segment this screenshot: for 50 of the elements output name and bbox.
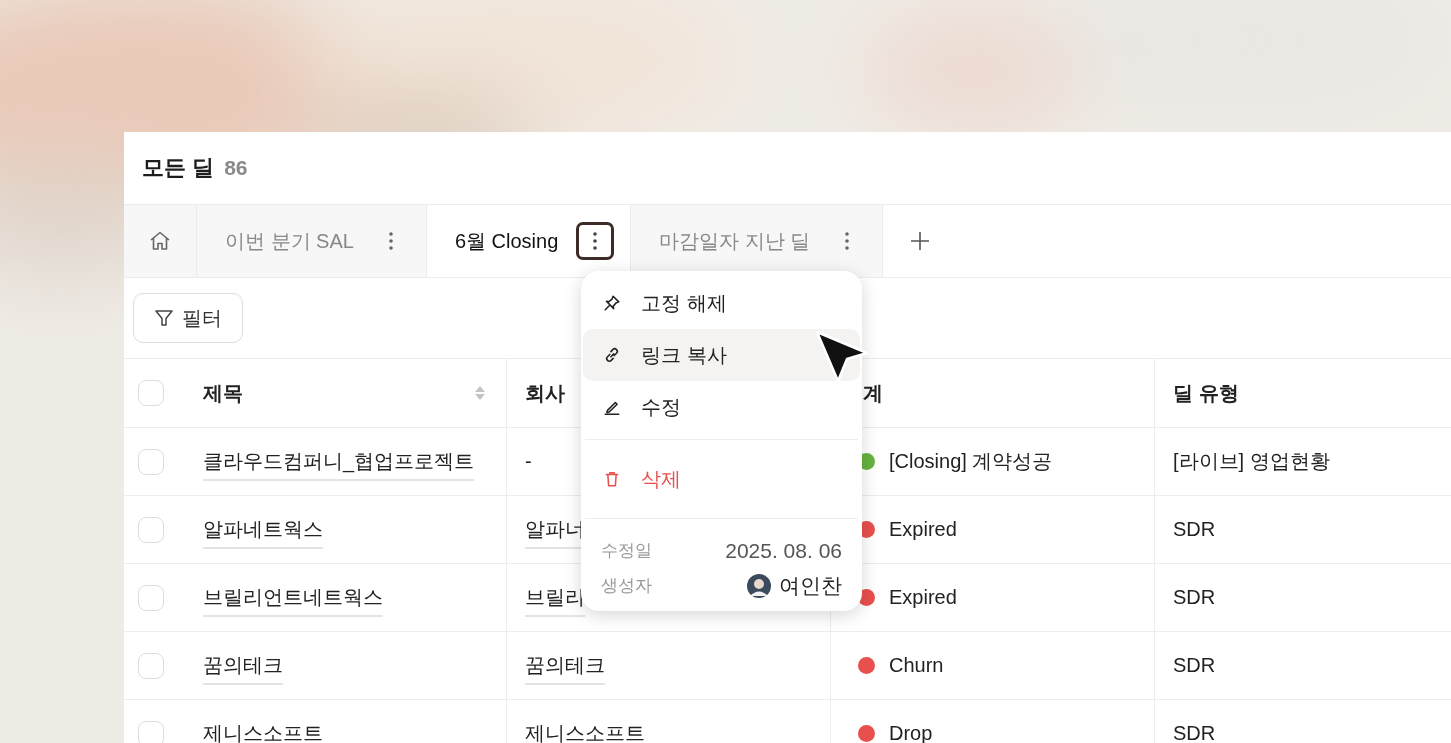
more-button[interactable] [576,222,615,260]
deal-type-cell: SDR [1173,722,1216,743]
deal-title-link[interactable]: 클라우드컴퍼니_협업프로젝트 [203,448,475,481]
column-header: 회사 [525,380,565,406]
menu-item[interactable]: 고정 해제 [583,277,860,329]
page-title: 모든 딜 [142,154,215,182]
deal-type-cell-text: [라이브] 영업현황 [1173,449,1330,474]
home-icon [148,229,172,253]
row-checkbox[interactable] [138,720,164,743]
pin-icon [603,294,621,312]
deal-type-cell: SDR [1173,654,1216,677]
column-header: 제목 [203,380,243,406]
kebab-icon [592,231,599,251]
stage-cell: Expired [889,586,957,609]
deal-title-link[interactable]: 알파네트웍스 [203,516,323,549]
column-header: 계 [863,380,883,406]
link-icon [603,346,621,364]
kebab-icon [844,231,851,251]
filter-button[interactable]: 필터 [133,293,243,343]
deal-type-cell: SDR [1173,586,1216,609]
menu-item[interactable]: 링크 복사 [583,329,860,381]
deal-title-link[interactable]: 꿈의테크 [203,652,283,685]
column-header: 딜 유형 [1173,380,1239,406]
sort-icon[interactable] [474,384,486,402]
company-cell: - [525,450,532,473]
trash-icon [603,470,621,488]
deal-title-link[interactable]: 제니스소프트 [203,720,323,743]
stage-cell: Churn [889,654,944,677]
select-all-checkbox[interactable] [138,380,164,406]
meta-value: 여인찬 [779,572,842,599]
row-checkbox[interactable] [138,448,164,475]
meta-label: 생성자 [601,575,652,597]
filter-icon [154,308,174,328]
menu-item[interactable]: 수정 [583,381,860,433]
deal-title-link[interactable]: 브릴리언트네트웍스 [203,584,383,617]
company-link[interactable]: 꿈의테크 [525,652,605,685]
row-checkbox[interactable] [138,652,164,679]
stage-cell-text: [Closing] 계약성공 [889,449,1053,474]
deal-count: 86 [224,156,248,180]
row-checkbox[interactable] [138,584,164,611]
row-checkbox[interactable] [138,516,164,543]
meta-value: 2025. 08. 06 [725,538,842,563]
company-link[interactable]: 제니스소프트 [525,720,645,743]
plus-icon [909,230,932,252]
meta-label: 수정일 [601,540,652,562]
menu-item[interactable]: 삭제 [583,446,860,512]
deal-type-cell: SDR [1173,518,1216,541]
kebab-icon [387,231,394,251]
home-tab[interactable] [124,205,197,277]
stage-cell: Expired [889,518,957,541]
